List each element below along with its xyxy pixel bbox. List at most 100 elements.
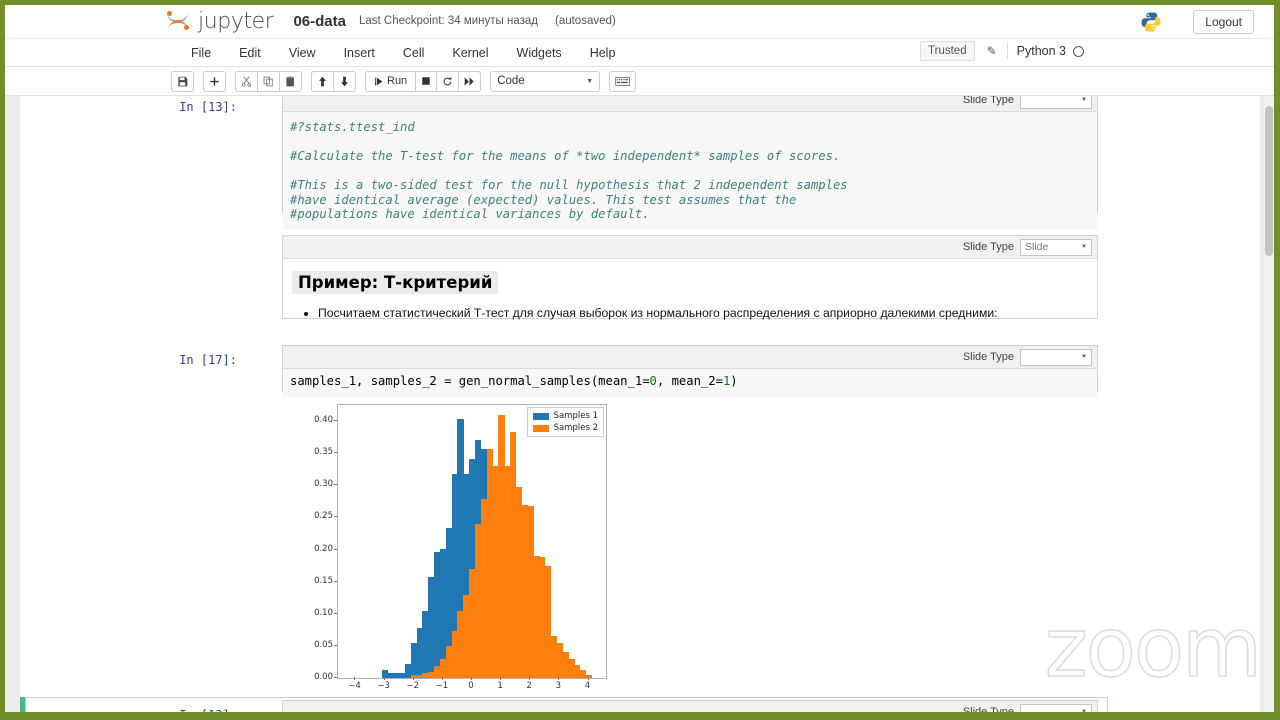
copy-icon[interactable] <box>257 70 280 92</box>
python-logo-icon <box>1141 12 1161 32</box>
fast-forward-icon[interactable] <box>458 70 482 92</box>
cell-prompt-in-17: In [17]: <box>179 353 237 367</box>
x-tick-mark <box>529 677 531 680</box>
menu-item-file[interactable]: File <box>177 42 225 64</box>
y-tick-label: 0.10 <box>314 607 333 618</box>
y-tick-mark <box>334 580 337 582</box>
plus-icon[interactable] <box>203 70 226 92</box>
jupyter-logo-area[interactable]: jupyter 06-data Last Checkpoint: 34 мину… <box>165 8 616 34</box>
jupyter-wordmark: jupyter <box>198 8 274 34</box>
y-tick-label: 0.20 <box>314 543 333 554</box>
code-text-mid: , mean_2= <box>656 374 723 388</box>
screen-share-border-right <box>1274 0 1280 720</box>
notebook-name[interactable]: 06-data <box>293 13 346 30</box>
code-line-7: #populations have identical variances by… <box>290 207 650 221</box>
notebook-page: In [13]: Slide Type ▼ #?stats.ttest_ind … <box>20 96 1260 712</box>
notebook-toolbar: Run Code ▼ <box>5 67 1274 96</box>
last-checkpoint-label: Last Checkpoint: 34 минуты назад <box>358 15 538 27</box>
screen-capture: jupyter 06-data Last Checkpoint: 34 мину… <box>0 0 1280 720</box>
x-tick-label: 3 <box>555 681 562 691</box>
browser-viewport: jupyter 06-data Last Checkpoint: 34 мину… <box>5 5 1274 712</box>
x-tick-label: 2 <box>526 681 532 691</box>
y-tick-label: 0.15 <box>314 575 333 586</box>
y-tick-mark <box>334 420 337 422</box>
histogram-bars-layer <box>338 405 606 678</box>
clipboard-paste-icon[interactable] <box>279 70 302 92</box>
run-button[interactable]: Run <box>365 70 417 92</box>
keyboard-icon[interactable] <box>609 70 637 92</box>
trusted-badge[interactable]: Trusted <box>920 41 975 61</box>
x-tick-mark <box>383 677 385 680</box>
screen-share-border-top <box>0 0 1280 5</box>
chart-legend: Samples 1 Samples 2 <box>526 407 604 437</box>
divider <box>1006 43 1008 59</box>
menu-item-cell[interactable]: Cell <box>389 42 439 64</box>
vertical-scrollbar-thumb[interactable] <box>1265 106 1273 256</box>
slide-type-value: Slide <box>1025 241 1049 253</box>
x-tick-label: −3 <box>377 681 390 691</box>
menu-item-widgets[interactable]: Widgets <box>503 42 576 64</box>
code-line-3: #Calculate the T-test for the means of *… <box>290 149 841 163</box>
cell-body[interactable]: Slide Type ▼ #?stats.ttest_ind #Calculat… <box>282 96 1098 230</box>
y-tick-mark <box>334 484 337 486</box>
vertical-scrollbar-track[interactable] <box>1264 96 1274 712</box>
legend-swatch-series-2 <box>532 424 549 432</box>
slide-type-label: Slide Type <box>962 351 1014 363</box>
legend-label-series-2: Samples 2 <box>553 423 598 433</box>
slide-type-select-2[interactable]: Slide ▼ <box>1020 238 1092 256</box>
x-tick-label: 1 <box>497 681 503 691</box>
scissors-icon[interactable] <box>235 70 258 92</box>
x-tick-label: −2 <box>406 681 419 691</box>
restart-circle-icon[interactable] <box>436 70 460 92</box>
code-line-1: #?stats.ttest_ind <box>290 120 415 134</box>
cell-body[interactable]: Slide Type ▼ samples_1, samples_2 = gen_… <box>282 345 1098 397</box>
toolbar-group-palette <box>609 70 637 92</box>
slide-type-bar: Slide Type Slide ▼ <box>283 236 1097 259</box>
chevron-down-icon: ▼ <box>1081 354 1087 360</box>
menu-item-insert[interactable]: Insert <box>330 42 389 64</box>
notebook-scroll-area[interactable]: In [13]: Slide Type ▼ #?stats.ttest_ind … <box>5 96 1274 712</box>
code-text-prefix: samples_1, samples_2 = gen_normal_sample… <box>290 374 650 388</box>
y-tick-mark <box>334 612 337 614</box>
markdown-bullet-list: Посчитаем статистический Т-тест для случ… <box>318 305 1087 322</box>
legend-entry-samples-2: Samples 2 <box>532 423 598 433</box>
y-tick-label: 0.05 <box>314 639 333 650</box>
slide-type-label: Slide Type <box>962 96 1014 106</box>
toolbar-group-clipboard <box>235 70 302 92</box>
menu-item-view[interactable]: View <box>275 42 330 64</box>
menu-item-help[interactable]: Help <box>576 42 630 64</box>
x-tick-mark <box>471 677 472 680</box>
y-tick-mark <box>334 516 337 518</box>
code-editor-samples[interactable]: samples_1, samples_2 = gen_normal_sample… <box>283 369 1097 397</box>
chevron-down-icon: ▼ <box>586 77 594 85</box>
stop-square-icon[interactable] <box>415 70 438 92</box>
x-tick-label: −1 <box>435 681 449 691</box>
markdown-cell-body[interactable]: Slide Type Slide ▼ Пример: Т-критерий По… <box>282 235 1098 322</box>
logout-button[interactable]: Logout <box>1193 10 1254 34</box>
x-tick-mark <box>354 677 356 680</box>
arrow-up-icon[interactable] <box>311 70 334 92</box>
cell-type-select[interactable]: Code ▼ <box>490 70 601 92</box>
cell-body[interactable]: Slide Type ▼ t_score, p_value = stats.tt… <box>282 700 1098 712</box>
toolbar-group-run: Run <box>365 70 482 92</box>
slide-type-select-4[interactable]: ▼ <box>1020 703 1092 712</box>
x-tick-mark <box>558 677 560 680</box>
slide-type-bar: Slide Type ▼ <box>283 346 1097 369</box>
legend-label-series-1: Samples 1 <box>553 411 598 421</box>
pencil-icon[interactable]: ✎ <box>987 44 997 58</box>
kernel-name-label[interactable]: Python 3 <box>1017 44 1066 58</box>
menu-item-edit[interactable]: Edit <box>225 42 275 64</box>
y-tick-mark <box>334 677 337 678</box>
slide-type-select-3[interactable]: ▼ <box>1020 348 1092 366</box>
code-editor-comment[interactable]: #?stats.ttest_ind #Calculate the T-test … <box>283 112 1097 230</box>
x-tick-label: 4 <box>584 681 591 691</box>
code-line-5: #This is a two-sided test for the null h… <box>290 178 848 192</box>
floppy-disk-icon[interactable] <box>171 70 194 92</box>
x-tick-mark <box>587 677 589 680</box>
kernel-status-area: Trusted ✎ Python 3 <box>920 41 1084 61</box>
jupyter-logo-icon <box>165 8 191 34</box>
menu-item-kernel[interactable]: Kernel <box>438 42 502 64</box>
slide-type-select-1[interactable]: ▼ <box>1020 96 1092 109</box>
y-tick-mark <box>334 548 337 550</box>
arrow-down-icon[interactable] <box>333 70 356 92</box>
